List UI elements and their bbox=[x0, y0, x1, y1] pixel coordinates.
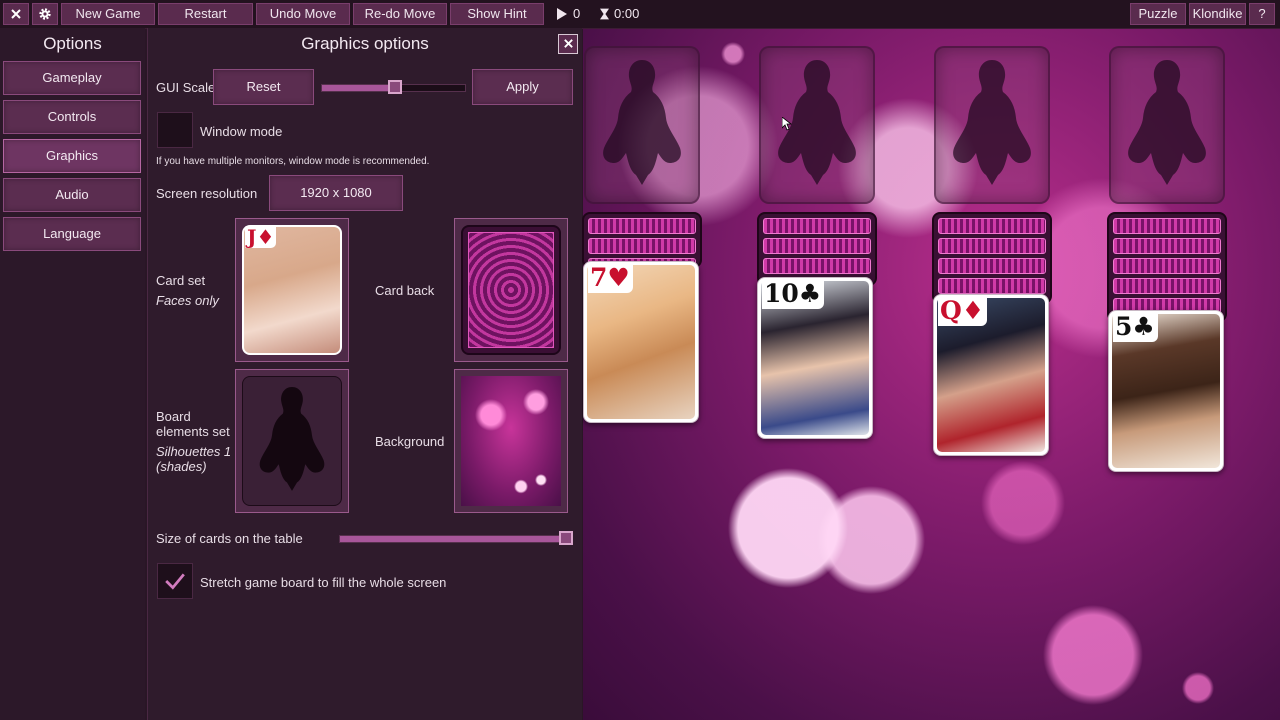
face-down-stack-4[interactable] bbox=[1107, 212, 1227, 334]
game-board[interactable]: 7♥ 10♣ Q♦ 5♣ bbox=[582, 28, 1280, 720]
card-set-preview[interactable]: J♦ bbox=[235, 218, 349, 362]
help-button[interactable]: ? bbox=[1249, 3, 1275, 25]
nav-item-gameplay[interactable]: Gameplay bbox=[3, 61, 141, 95]
card-set-value: Faces only bbox=[156, 293, 219, 308]
window-mode-checkbox[interactable] bbox=[157, 112, 193, 148]
restart-button[interactable]: Restart bbox=[158, 3, 253, 25]
resolution-select[interactable]: 1920 x 1080 bbox=[269, 175, 403, 211]
window-mode-label: Window mode bbox=[200, 124, 283, 139]
options-title: Options bbox=[43, 34, 102, 53]
redo-move-button[interactable]: Re-do Move bbox=[353, 3, 447, 25]
silhouette-icon bbox=[1128, 60, 1206, 185]
card-back-label: Card back bbox=[375, 283, 435, 298]
silhouette-icon bbox=[259, 386, 325, 491]
gear-icon bbox=[39, 8, 51, 20]
panel-title: Graphics options bbox=[301, 34, 429, 53]
card-size-label: Size of cards on the table bbox=[156, 531, 303, 546]
x-icon bbox=[563, 39, 573, 48]
puzzle-button[interactable]: Puzzle bbox=[1130, 3, 1186, 25]
board-elements-preview[interactable] bbox=[235, 369, 349, 513]
playing-card[interactable]: 10♣ bbox=[757, 277, 873, 439]
nav-item-controls[interactable]: Controls bbox=[3, 100, 141, 134]
gui-scale-fill bbox=[322, 85, 396, 91]
card-index: Q♦ bbox=[938, 297, 988, 326]
foundation-pile-2[interactable] bbox=[759, 46, 875, 204]
stretch-board-checkbox[interactable] bbox=[157, 563, 193, 599]
x-icon bbox=[11, 9, 21, 19]
gui-scale-apply-button[interactable]: Apply bbox=[472, 69, 573, 105]
hourglass-icon bbox=[600, 8, 609, 20]
face-down-stack-2[interactable] bbox=[757, 212, 877, 294]
klondike-button[interactable]: Klondike bbox=[1189, 3, 1246, 25]
foundation-pile-1[interactable] bbox=[584, 46, 700, 204]
card-index: 7♥ bbox=[588, 264, 633, 293]
gui-scale-reset-button[interactable]: Reset bbox=[213, 69, 314, 105]
stretch-board-label: Stretch game board to fill the whole scr… bbox=[200, 575, 447, 590]
gui-scale-label: GUI Scale bbox=[156, 80, 216, 95]
face-down-stack-3[interactable] bbox=[932, 212, 1052, 314]
board-elements-value-line1: Silhouettes 1 bbox=[156, 444, 232, 459]
resolution-label: Screen resolution bbox=[156, 186, 258, 201]
playing-card[interactable]: 5♣ bbox=[1108, 310, 1224, 472]
graphics-options-panel: Graphics options GUI Scale Reset Apply W… bbox=[147, 28, 582, 720]
background-label: Background bbox=[375, 434, 445, 449]
card-back-preview[interactable] bbox=[454, 218, 568, 362]
mouse-cursor bbox=[782, 117, 792, 131]
card-back-pattern bbox=[468, 232, 554, 348]
playing-card[interactable]: Q♦ bbox=[933, 294, 1049, 456]
play-icon bbox=[557, 8, 567, 20]
card-index: 5♣ bbox=[1113, 313, 1158, 342]
nav-item-audio[interactable]: Audio bbox=[3, 178, 141, 212]
moves-counter: 0 bbox=[573, 6, 581, 21]
card-size-fill bbox=[340, 536, 572, 542]
foundation-pile-4[interactable] bbox=[1109, 46, 1225, 204]
card-face-preview: J♦ bbox=[242, 225, 342, 355]
board-elements-label-line1: Board bbox=[156, 409, 191, 424]
checkmark-icon bbox=[165, 573, 185, 590]
card-size-thumb[interactable] bbox=[559, 531, 573, 545]
show-hint-button[interactable]: Show Hint bbox=[450, 3, 544, 25]
nav-item-language[interactable]: Language bbox=[3, 217, 141, 251]
game-timer: 0:00 bbox=[614, 6, 640, 21]
background-preview[interactable] bbox=[454, 369, 568, 513]
new-game-button[interactable]: New Game bbox=[61, 3, 155, 25]
undo-move-button[interactable]: Undo Move bbox=[256, 3, 350, 25]
settings-button[interactable] bbox=[32, 3, 58, 25]
playing-card[interactable]: 7♥ bbox=[583, 261, 699, 423]
panel-close-button[interactable] bbox=[558, 34, 578, 54]
card-index: J♦ bbox=[245, 225, 277, 249]
board-elements-label-line2: elements set bbox=[156, 424, 230, 439]
top-toolbar: New Game Restart Undo Move Re-do Move Sh… bbox=[0, 0, 1280, 29]
board-elements-value-line2: (shades) bbox=[156, 459, 207, 474]
silhouette-icon bbox=[953, 60, 1031, 185]
card-index: 10♣ bbox=[762, 280, 825, 309]
silhouette-icon bbox=[603, 60, 681, 185]
silhouette-preview bbox=[242, 376, 342, 506]
background-thumbnail bbox=[461, 376, 561, 506]
foundation-pile-3[interactable] bbox=[934, 46, 1050, 204]
card-size-slider[interactable] bbox=[339, 535, 573, 543]
close-button[interactable] bbox=[3, 3, 29, 25]
card-set-label: Card set bbox=[156, 273, 206, 288]
options-nav: Options Gameplay Controls Graphics Audio… bbox=[0, 28, 145, 720]
gui-scale-thumb[interactable] bbox=[388, 80, 402, 94]
window-mode-hint: If you have multiple monitors, window mo… bbox=[156, 156, 430, 167]
nav-item-graphics[interactable]: Graphics bbox=[3, 139, 141, 173]
silhouette-icon bbox=[778, 60, 856, 185]
face-down-stack-1[interactable] bbox=[582, 212, 702, 274]
